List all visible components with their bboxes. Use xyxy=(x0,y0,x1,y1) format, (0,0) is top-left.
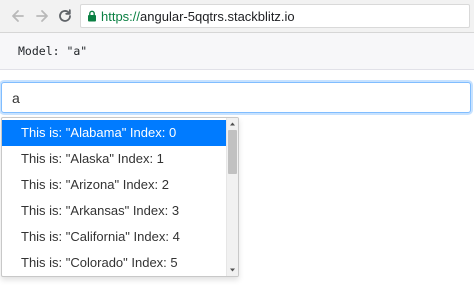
suggestion-list: This is: "Alabama" Index: 0 This is: "Al… xyxy=(2,120,228,276)
model-text: Model: "a" xyxy=(18,44,88,58)
suggestion-item[interactable]: This is: "Alabama" Index: 0 xyxy=(2,120,228,146)
typeahead-dropdown: This is: "Alabama" Index: 0 This is: "Al… xyxy=(1,117,239,277)
suggestion-item[interactable]: This is: "Arkansas" Index: 3 xyxy=(2,198,228,224)
lock-icon xyxy=(88,10,96,22)
back-button[interactable] xyxy=(8,6,28,26)
typeahead-input[interactable] xyxy=(1,82,471,113)
dropdown-scrollbar[interactable] xyxy=(226,118,238,276)
reload-button[interactable] xyxy=(55,6,75,26)
model-display: Model: "a" xyxy=(0,33,474,70)
url-host: angular-5qqtrs.stackblitz.io xyxy=(140,9,295,24)
suggestion-item[interactable]: This is: "Alaska" Index: 1 xyxy=(2,146,228,172)
suggestion-item[interactable]: This is: "Arizona" Index: 2 xyxy=(2,172,228,198)
forward-button[interactable] xyxy=(32,6,52,26)
scrollbar-thumb[interactable] xyxy=(228,130,237,174)
arrow-left-icon xyxy=(12,10,24,22)
arrow-right-icon xyxy=(36,10,48,22)
scroll-up-icon[interactable] xyxy=(227,119,238,129)
address-bar[interactable]: https://angular-5qqtrs.stackblitz.io xyxy=(80,4,470,28)
browser-toolbar: https://angular-5qqtrs.stackblitz.io xyxy=(0,0,474,33)
url-text: https://angular-5qqtrs.stackblitz.io xyxy=(101,9,295,24)
suggestion-item[interactable]: This is: "California" Index: 4 xyxy=(2,224,228,250)
suggestion-item[interactable]: This is: "Colorado" Index: 5 xyxy=(2,250,228,276)
scroll-down-icon[interactable] xyxy=(227,265,238,275)
reload-icon xyxy=(59,9,71,22)
url-scheme: https:// xyxy=(101,9,141,24)
